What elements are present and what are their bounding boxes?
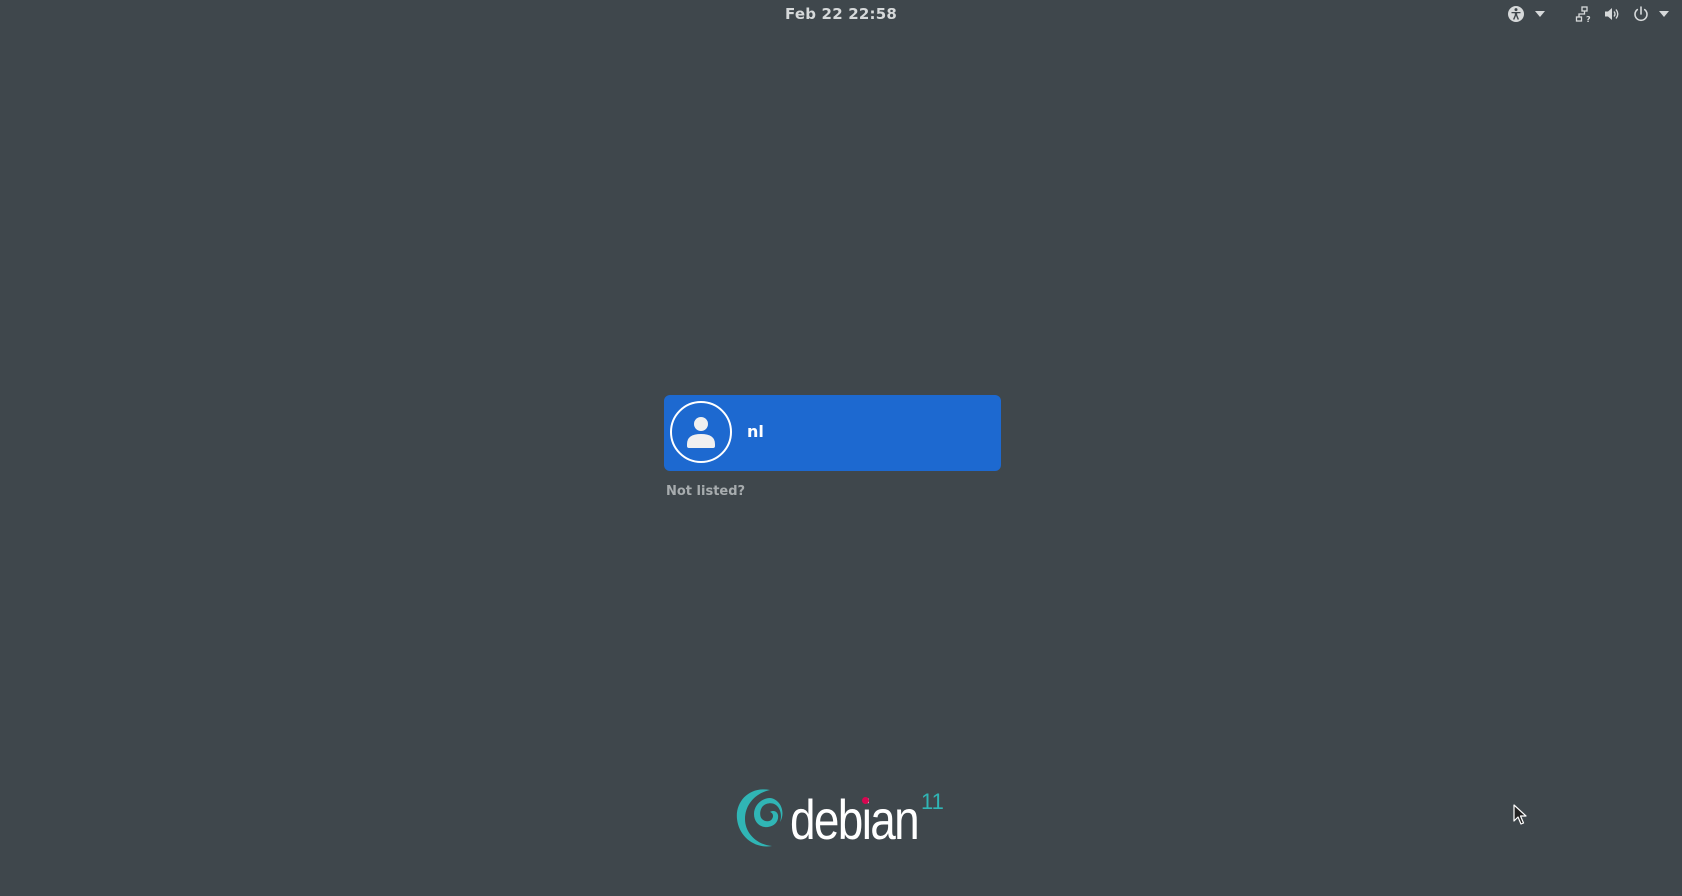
volume-icon[interactable]: [1601, 4, 1623, 24]
logo-version: 11: [921, 789, 944, 814]
logo-wordmark: debian: [790, 788, 920, 851]
debian-logo: debian 11: [732, 783, 962, 849]
chevron-down-icon[interactable]: [1530, 4, 1550, 24]
power-icon[interactable]: [1630, 4, 1652, 24]
debian-swirl-icon: [736, 789, 783, 847]
clock[interactable]: Feb 22 22:58: [0, 5, 1682, 23]
chevron-down-icon[interactable]: [1654, 4, 1674, 24]
accessibility-icon[interactable]: [1505, 4, 1527, 24]
user-list-item[interactable]: nl: [664, 395, 1001, 471]
logo-dot: [862, 797, 869, 804]
network-icon[interactable]: ?: [1573, 4, 1595, 24]
svg-text:?: ?: [1586, 15, 1591, 23]
user-avatar: [670, 401, 732, 463]
top-bar: Feb 22 22:58 ?: [0, 0, 1682, 28]
user-icon: [687, 417, 715, 448]
user-name: nl: [747, 422, 764, 441]
not-listed-link[interactable]: Not listed?: [666, 484, 745, 499]
mouse-cursor-icon: [1513, 804, 1527, 830]
